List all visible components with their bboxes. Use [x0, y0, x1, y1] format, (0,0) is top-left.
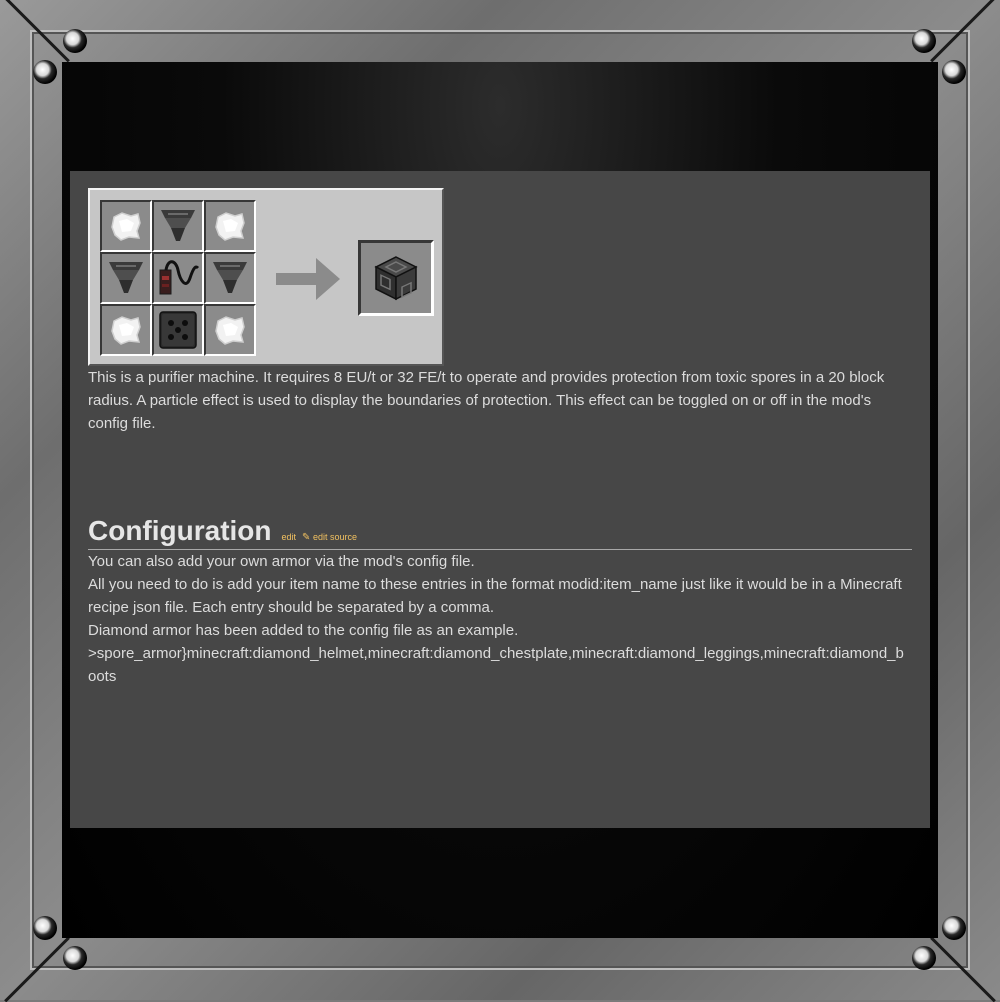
wool-icon	[111, 212, 141, 241]
bolt-icon	[942, 60, 966, 84]
machine-casing-icon	[159, 311, 197, 349]
content-panel: This is a purifier machine. It requires …	[70, 171, 930, 828]
wool-icon	[215, 316, 245, 345]
crafting-grid	[100, 200, 256, 356]
wool-icon	[215, 212, 245, 241]
config-example: >spore_armor}minecraft:diamond_helmet,mi…	[88, 645, 904, 685]
edit-links: edit ✎ edit source	[282, 532, 357, 543]
section-heading: Configuration edit ✎ edit source	[88, 515, 912, 550]
bolt-icon	[63, 29, 87, 53]
crafting-slot[interactable]	[204, 252, 256, 304]
bolt-icon	[63, 946, 87, 970]
crafting-slot[interactable]	[100, 200, 152, 252]
bolt-icon	[33, 60, 57, 84]
battery-cable-icon	[159, 260, 200, 295]
description-paragraph: This is a purifier machine. It requires …	[88, 369, 885, 432]
bolt-icon	[912, 946, 936, 970]
crafting-slot[interactable]	[152, 200, 204, 252]
bolt-icon	[942, 916, 966, 940]
crafting-recipe	[88, 188, 444, 366]
funnel-icon	[109, 262, 143, 293]
funnel-icon	[161, 210, 195, 241]
crafting-slot[interactable]	[100, 252, 152, 304]
paragraph: All you need to do is add your item name…	[88, 576, 902, 616]
crafting-slot[interactable]	[100, 304, 152, 356]
pencil-icon: ✎	[302, 532, 311, 543]
edit-link[interactable]: edit	[282, 532, 297, 542]
section-title: Configuration	[88, 515, 272, 546]
arrow-right-icon	[276, 258, 340, 300]
crafting-slot[interactable]	[152, 252, 204, 304]
crafting-slot[interactable]	[152, 304, 204, 356]
funnel-icon	[213, 262, 247, 293]
crafting-output-slot[interactable]	[358, 240, 434, 316]
wool-icon	[111, 316, 141, 345]
bolt-icon	[912, 29, 936, 53]
edit-source-link[interactable]: edit source	[313, 532, 357, 542]
crafting-slot[interactable]	[204, 304, 256, 356]
bolt-icon	[33, 916, 57, 940]
paragraph: You can also add your own armor via the …	[88, 553, 475, 570]
paragraph: Diamond armor has been added to the conf…	[88, 622, 519, 639]
crafting-slot[interactable]	[204, 200, 256, 252]
purifier-block-icon	[374, 256, 418, 301]
